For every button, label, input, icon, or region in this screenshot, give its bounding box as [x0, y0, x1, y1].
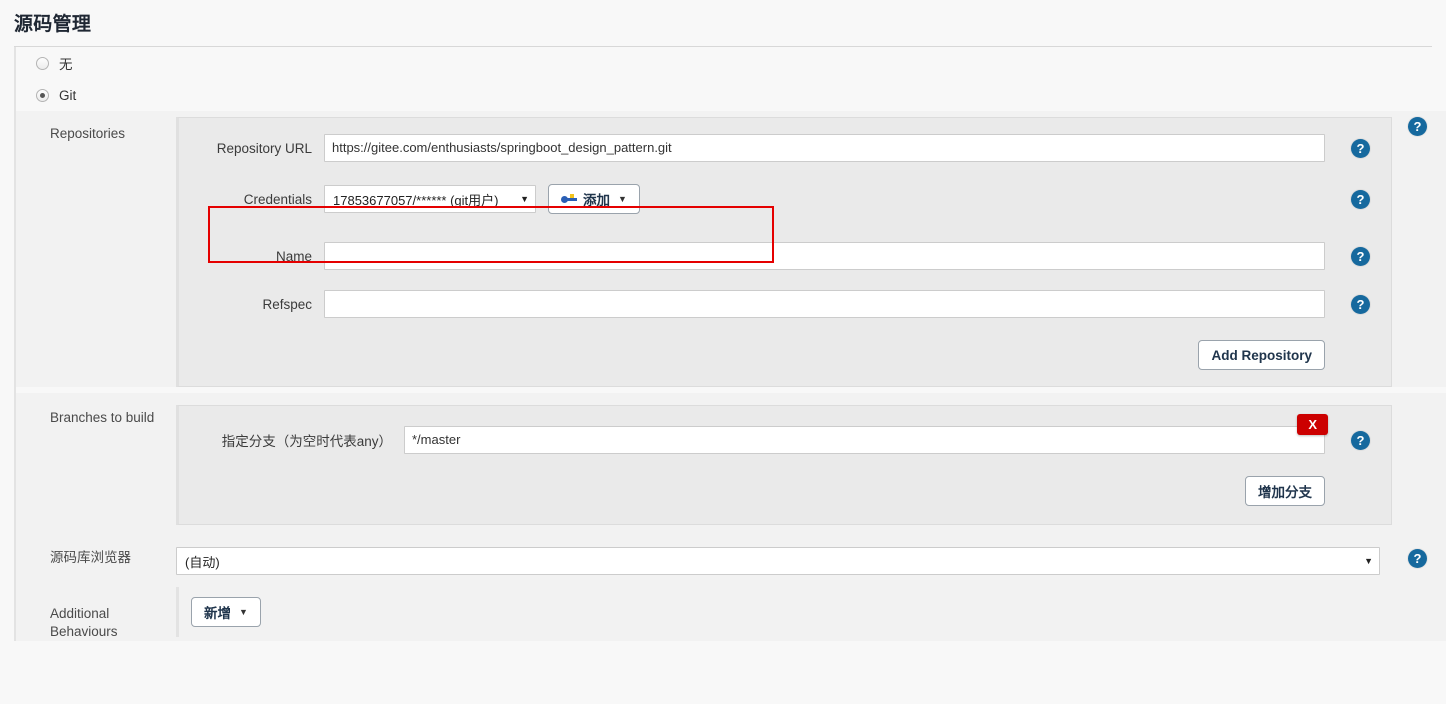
- name-input[interactable]: [324, 242, 1325, 270]
- radio-git-icon[interactable]: [36, 88, 49, 102]
- branches-panel: 指定分支（为空时代表any） X ? 增加分支: [176, 405, 1392, 525]
- credentials-select-value: 17853677057/****** (git用户): [333, 192, 499, 208]
- chevron-down-icon: ▼: [1364, 555, 1373, 566]
- setting-additional-behaviours: Additional Behaviours 新增 ▼: [16, 587, 1446, 641]
- add-behaviour-button[interactable]: 新增 ▼: [191, 597, 261, 627]
- add-credentials-label: 添加: [583, 193, 610, 208]
- additional-behaviours-help-wrap: [1392, 587, 1446, 597]
- field-branch-specifier: 指定分支（为空时代表any） X ?: [179, 414, 1391, 460]
- additional-behaviours-content: 新增 ▼: [176, 587, 1392, 637]
- repository-url-help-wrap: ?: [1337, 138, 1391, 158]
- add-repository-row: Add Repository: [179, 324, 1391, 370]
- branch-specifier-control: X: [404, 414, 1337, 454]
- credentials-select[interactable]: 17853677057/****** (git用户) ▼: [324, 185, 536, 213]
- repository-browser-value: (自动): [185, 554, 220, 570]
- field-refspec: Refspec ?: [179, 276, 1391, 324]
- field-name: Name ?: [179, 236, 1391, 276]
- add-credentials-button[interactable]: 添加 ▼: [548, 184, 640, 214]
- credentials-label: Credentials: [243, 191, 312, 207]
- add-branch-row: 增加分支: [179, 460, 1391, 506]
- field-credentials: Credentials 17853677057/****** (git用户) ▼: [179, 168, 1391, 236]
- branches-content: 指定分支（为空时代表any） X ? 增加分支: [176, 393, 1392, 535]
- credentials-control: 17853677057/****** (git用户) ▼ 添加 ▼: [324, 184, 1337, 214]
- help-icon[interactable]: ?: [1351, 294, 1370, 314]
- scm-radio-git[interactable]: Git: [16, 79, 1446, 111]
- page-title: 源码管理: [14, 14, 92, 35]
- branches-label: Branches to build: [50, 410, 155, 425]
- branch-help-wrap: ?: [1337, 430, 1391, 450]
- scm-form-area: 无 Git Repositories Repository URL https:…: [0, 47, 1446, 641]
- key-icon: [561, 193, 577, 205]
- help-icon[interactable]: ?: [1351, 430, 1370, 450]
- repository-url-label: Repository URL: [216, 140, 312, 156]
- add-repository-button[interactable]: Add Repository: [1198, 340, 1325, 370]
- repository-browser-label: 源码库浏览器: [50, 550, 131, 565]
- branches-help-wrap: [1392, 393, 1446, 399]
- scm-radio-git-label: Git: [59, 87, 77, 103]
- chevron-down-icon: ▼: [239, 607, 248, 617]
- add-behaviour-row: 新增 ▼: [179, 597, 1380, 627]
- setting-repository-browser: 源码库浏览器 (自动) ▼ ?: [16, 535, 1446, 587]
- setting-branches: Branches to build 指定分支（为空时代表any） X ?: [16, 393, 1446, 535]
- radio-none-icon[interactable]: [36, 56, 49, 70]
- repository-browser-select[interactable]: (自动) ▼: [176, 547, 1380, 575]
- help-icon[interactable]: ?: [1351, 189, 1370, 209]
- refspec-input[interactable]: [324, 290, 1325, 318]
- scm-radio-none-label: 无: [59, 57, 73, 72]
- credentials-help-wrap: ?: [1337, 189, 1391, 209]
- help-icon[interactable]: ?: [1351, 246, 1370, 266]
- name-help-wrap: ?: [1337, 246, 1391, 266]
- additional-behaviours-label: Additional Behaviours: [50, 606, 118, 639]
- help-icon[interactable]: ?: [1408, 549, 1427, 568]
- refspec-label: Refspec: [262, 296, 312, 312]
- add-branch-button[interactable]: 增加分支: [1245, 476, 1325, 506]
- repository-browser-help-wrap: ?: [1392, 535, 1446, 568]
- scm-radio-none[interactable]: 无: [16, 47, 1446, 79]
- refspec-help-wrap: ?: [1337, 294, 1391, 314]
- repositories-content: Repository URL ? Credentials: [176, 111, 1392, 387]
- repository-browser-content: (自动) ▼: [176, 535, 1392, 587]
- field-repository-url: Repository URL ?: [179, 128, 1391, 168]
- branch-specifier-input[interactable]: [404, 426, 1325, 454]
- page-header: 源码管理: [0, 0, 1446, 47]
- help-icon[interactable]: ?: [1351, 138, 1370, 158]
- repository-url-input[interactable]: [324, 134, 1325, 162]
- delete-branch-button[interactable]: X: [1297, 414, 1328, 435]
- scm-section: 无 Git Repositories Repository URL https:…: [14, 47, 1446, 641]
- branch-specifier-label: 指定分支（为空时代表any）: [221, 434, 392, 449]
- setting-repositories: Repositories Repository URL ?: [16, 111, 1446, 387]
- help-icon[interactable]: ?: [1408, 117, 1427, 136]
- refspec-control: [324, 290, 1337, 318]
- repositories-label: Repositories: [50, 126, 126, 141]
- name-label: Name: [275, 248, 312, 264]
- repository-url-control: [324, 134, 1337, 162]
- repositories-panel: Repository URL ? Credentials: [176, 117, 1392, 387]
- repositories-help-wrap: ?: [1392, 111, 1446, 136]
- add-behaviour-label: 新增: [204, 606, 231, 621]
- chevron-down-icon: ▼: [520, 193, 529, 204]
- chevron-down-icon: ▼: [618, 194, 627, 204]
- name-control: [324, 242, 1337, 270]
